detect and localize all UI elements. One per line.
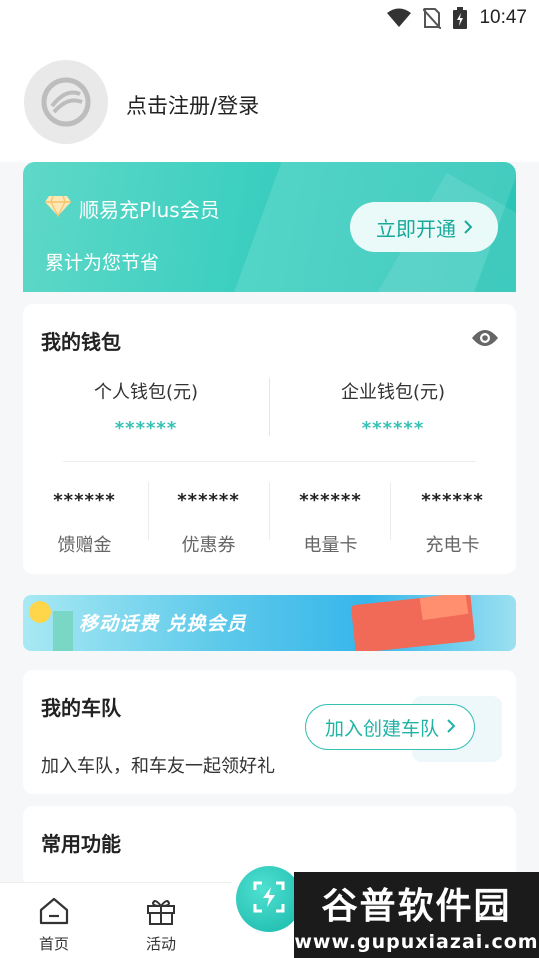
wallet-title: 我的钱包 <box>41 330 121 354</box>
asset-charge-card[interactable]: ****** 充电卡 <box>391 490 514 557</box>
status-time: 10:47 <box>479 7 527 28</box>
wallet-card: 我的钱包 个人钱包(元) ****** 企业钱包(元) ****** *****… <box>23 304 516 574</box>
tab-label: 活动 <box>145 935 176 953</box>
asset-label: 充电卡 <box>425 535 480 556</box>
watermark-title: 谷普软件园 <box>321 886 512 927</box>
building-illustration <box>53 611 73 651</box>
chevron-right-icon <box>447 716 456 738</box>
team-card: 我的车队 加入车队，和车友一起领好礼 加入创建车队 <box>23 670 516 794</box>
chevron-right-icon <box>464 215 473 239</box>
join-team-button[interactable]: 加入创建车队 <box>305 704 475 750</box>
login-register-link[interactable]: 点击注册/登录 <box>126 90 259 120</box>
plus-savings-label: 累计为您节省 <box>45 252 160 274</box>
divider <box>63 461 476 462</box>
team-title: 我的车队 <box>41 696 121 720</box>
plus-title: 顺易充Plus会员 <box>45 194 220 223</box>
plus-title-text: 顺易充Plus会员 <box>79 198 220 222</box>
asset-label: 馈赠金 <box>57 535 112 556</box>
team-description: 加入车队，和车友一起领好礼 <box>41 756 275 777</box>
open-plus-label: 立即开通 <box>376 216 456 241</box>
tab-home[interactable]: 首页 <box>24 897 84 954</box>
plus-membership-banner[interactable]: 顺易充Plus会员 累计为您节省 立即开通 <box>23 162 516 292</box>
personal-wallet-value: ****** <box>114 418 178 439</box>
coin-icon <box>29 601 51 623</box>
watermark-url: www.gupuxiazai.com <box>294 931 539 953</box>
site-watermark: 谷普软件园 www.gupuxiazai.com <box>294 872 539 958</box>
business-wallet-value: ****** <box>361 418 425 439</box>
scan-charge-icon <box>252 880 286 918</box>
business-wallet-label: 企业钱包(元) <box>340 382 446 403</box>
default-avatar-icon <box>41 77 91 127</box>
asset-value: ****** <box>299 490 362 511</box>
asset-value: ****** <box>421 490 484 511</box>
asset-label: 电量卡 <box>303 535 358 556</box>
functions-title: 常用功能 <box>41 832 121 856</box>
asset-power-card[interactable]: ****** 电量卡 <box>269 490 392 557</box>
open-plus-button[interactable]: 立即开通 <box>350 202 498 252</box>
profile-header: 点击注册/登录 <box>0 36 539 162</box>
status-bar: 10:47 <box>0 0 539 36</box>
tab-label: 首页 <box>38 935 69 953</box>
avatar[interactable] <box>24 60 108 144</box>
personal-wallet[interactable]: 个人钱包(元) ****** <box>23 378 269 439</box>
tab-activity[interactable]: 活动 <box>131 897 191 954</box>
personal-wallet-label: 个人钱包(元) <box>93 382 199 403</box>
no-sim-icon <box>423 7 442 29</box>
wifi-icon <box>387 8 412 28</box>
gift-icon <box>145 900 177 929</box>
asset-gift-money[interactable]: ****** 馈赠金 <box>23 490 146 557</box>
promo-banner[interactable]: 移动话费 兑换会员 <box>23 595 516 651</box>
asset-value: ****** <box>177 490 240 511</box>
battery-charging-icon <box>453 7 468 29</box>
promo-text: 移动话费 兑换会员 <box>79 613 247 635</box>
business-wallet[interactable]: 企业钱包(元) ****** <box>270 378 516 439</box>
asset-coupons[interactable]: ****** 优惠券 <box>147 490 270 557</box>
home-icon <box>38 897 70 929</box>
eye-icon[interactable] <box>471 328 499 352</box>
scan-charge-button[interactable] <box>236 866 302 932</box>
join-team-label: 加入创建车队 <box>324 717 439 740</box>
asset-label: 优惠券 <box>181 535 236 556</box>
diamond-icon <box>45 195 71 222</box>
asset-value: ****** <box>53 490 116 511</box>
